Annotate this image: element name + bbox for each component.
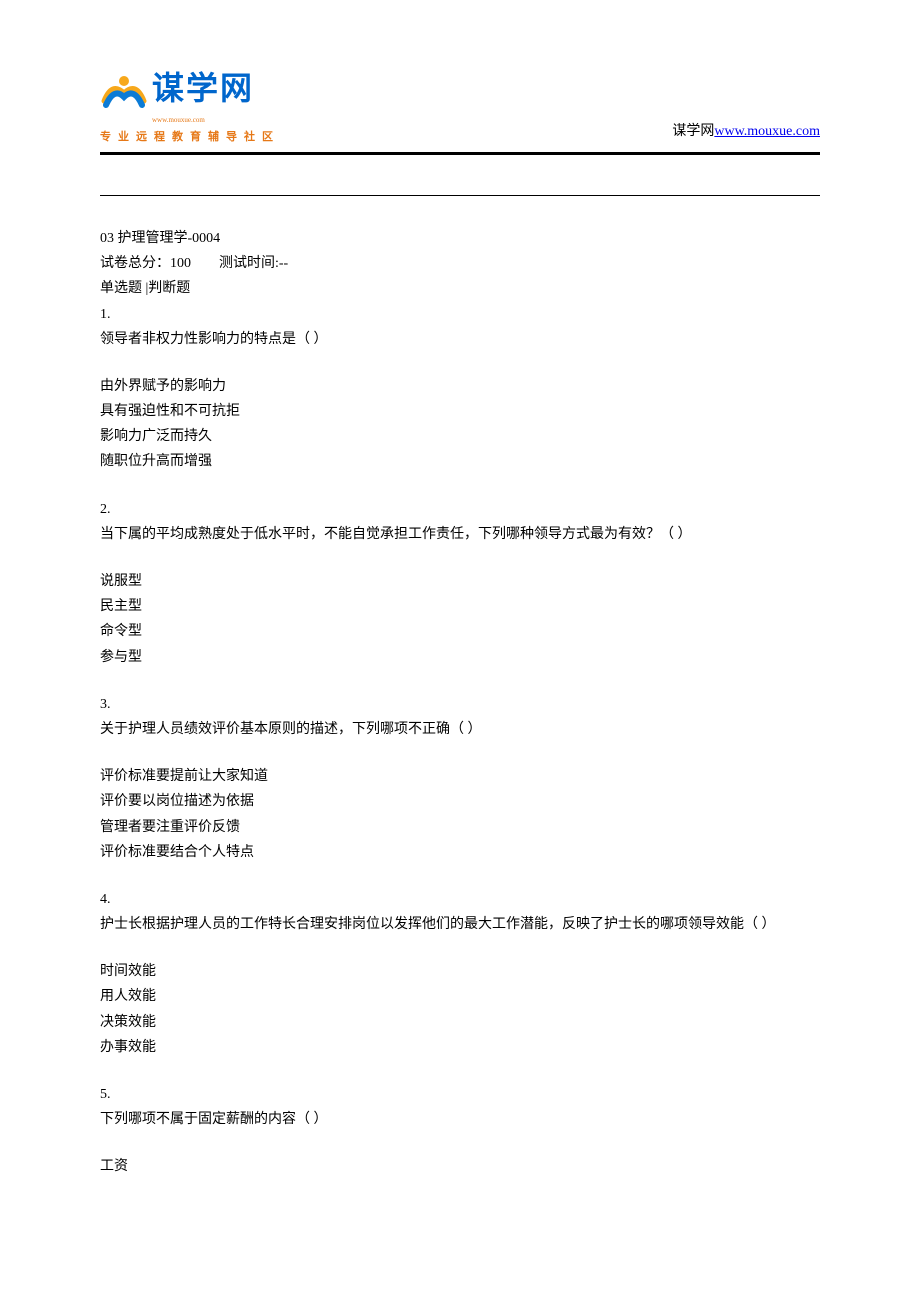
q-option: 民主型 (100, 594, 820, 619)
question-1: 1. 领导者非权力性影响力的特点是（ ） 由外界赋予的影响力 具有强迫性和不可抗… (100, 302, 820, 475)
site-link[interactable]: www.mouxue.com (714, 124, 820, 139)
logo-text-wrap: 谋学网 www.mouxue.com (152, 60, 254, 126)
q-stem: 领导者非权力性影响力的特点是（ ） (100, 327, 820, 352)
q-option: 参与型 (100, 645, 820, 670)
q-option: 工资 (100, 1154, 820, 1179)
question-2: 2. 当下属的平均成熟度处于低水平时，不能自觉承担工作责任，下列哪种领导方式最为… (100, 497, 820, 670)
q-option: 具有强迫性和不可抗拒 (100, 399, 820, 424)
q-option: 办事效能 (100, 1035, 820, 1060)
question-type-tabs: 单选题 |判断题 (100, 276, 820, 301)
q-stem: 护士长根据护理人员的工作特长合理安排岗位以发挥他们的最大工作潜能，反映了护士长的… (100, 912, 820, 937)
q-option: 管理者要注重评价反馈 (100, 815, 820, 840)
q-option: 随职位升高而增强 (100, 449, 820, 474)
q-stem: 当下属的平均成熟度处于低水平时，不能自觉承担工作责任，下列哪种领导方式最为有效？… (100, 522, 820, 547)
content-area: 03 护理管理学-0004 试卷总分：100 测试时间:-- 单选题 |判断题 … (100, 226, 820, 1180)
logo-area: 谋学网 www.mouxue.com 专业远程教育辅导社区 (100, 60, 280, 148)
q-option: 说服型 (100, 569, 820, 594)
q-number: 3. (100, 692, 820, 717)
logo-url-small: www.mouxue.com (152, 114, 254, 127)
exam-title: 03 护理管理学-0004 (100, 226, 820, 251)
q-number: 1. (100, 302, 820, 327)
logo-icon (100, 73, 148, 113)
page-header: 谋学网 www.mouxue.com 专业远程教育辅导社区 谋学网www.mou… (100, 60, 820, 148)
q-option: 影响力广泛而持久 (100, 424, 820, 449)
question-5: 5. 下列哪项不属于固定薪酬的内容（ ） 工资 (100, 1082, 820, 1180)
score-label: 试卷总分：100 (100, 256, 191, 271)
q-option: 由外界赋予的影响力 (100, 374, 820, 399)
site-label: 谋学网 (672, 124, 714, 139)
q-number: 5. (100, 1082, 820, 1107)
q-option: 命令型 (100, 619, 820, 644)
exam-meta: 试卷总分：100 测试时间:-- (100, 251, 820, 276)
q-stem: 关于护理人员绩效评价基本原则的描述，下列哪项不正确（ ） (100, 717, 820, 742)
logo-subtitle: 专业远程教育辅导社区 (100, 128, 280, 148)
time-label: 测试时间:-- (219, 256, 288, 271)
q-number: 2. (100, 497, 820, 522)
question-4: 4. 护士长根据护理人员的工作特长合理安排岗位以发挥他们的最大工作潜能，反映了护… (100, 887, 820, 1060)
header-divider-thick (100, 152, 820, 155)
q-number: 4. (100, 887, 820, 912)
site-reference: 谋学网www.mouxue.com (672, 119, 820, 148)
header-divider-thin (100, 195, 820, 196)
q-option: 时间效能 (100, 959, 820, 984)
q-option: 用人效能 (100, 984, 820, 1009)
q-option: 决策效能 (100, 1010, 820, 1035)
q-option: 评价标准要提前让大家知道 (100, 764, 820, 789)
q-stem: 下列哪项不属于固定薪酬的内容（ ） (100, 1107, 820, 1132)
logo-text: 谋学网 (152, 70, 254, 106)
q-option: 评价要以岗位描述为依据 (100, 789, 820, 814)
question-3: 3. 关于护理人员绩效评价基本原则的描述，下列哪项不正确（ ） 评价标准要提前让… (100, 692, 820, 865)
q-option: 评价标准要结合个人特点 (100, 840, 820, 865)
logo-main: 谋学网 www.mouxue.com (100, 60, 280, 126)
